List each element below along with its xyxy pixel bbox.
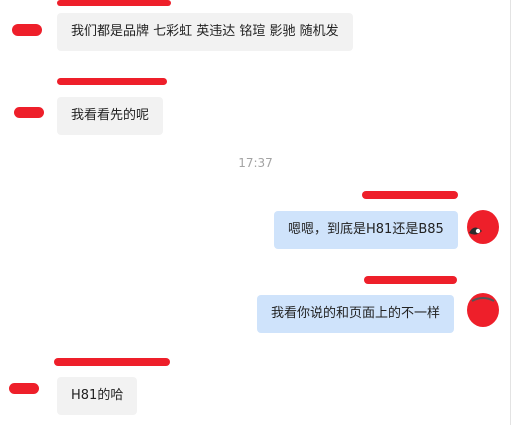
message-bubble-outgoing[interactable]: 嗯嗯，到底是H81还是B85 <box>274 211 458 249</box>
sender-avatar-redaction <box>12 24 42 36</box>
sender-name-redaction <box>54 358 170 366</box>
avatar-redaction-icon <box>467 210 499 244</box>
self-avatar[interactable] <box>466 292 500 328</box>
sender-name-redaction <box>362 191 458 199</box>
sender-name-redaction <box>364 276 457 284</box>
message-bubble-incoming[interactable]: 我们都是品牌 七彩虹 英违达 铭瑄 影驰 随机发 <box>57 13 353 51</box>
message-timestamp: 17:37 <box>238 156 273 170</box>
self-avatar[interactable] <box>466 209 500 245</box>
sender-name-redaction <box>57 78 167 85</box>
sender-avatar-redaction <box>9 383 39 394</box>
sender-name-redaction <box>57 0 171 6</box>
message-bubble-outgoing[interactable]: 我看你说的和页面上的不一样 <box>257 295 455 333</box>
message-bubble-incoming[interactable]: H81的哈 <box>57 377 138 415</box>
avatar-redaction-icon <box>467 293 499 327</box>
message-bubble-incoming[interactable]: 我看看先的呢 <box>57 97 164 135</box>
sender-avatar-redaction <box>14 107 44 118</box>
chat-window: 我们都是品牌 七彩虹 英违达 铭瑄 影驰 随机发 我看看先的呢 17:37 嗯嗯… <box>0 0 511 425</box>
